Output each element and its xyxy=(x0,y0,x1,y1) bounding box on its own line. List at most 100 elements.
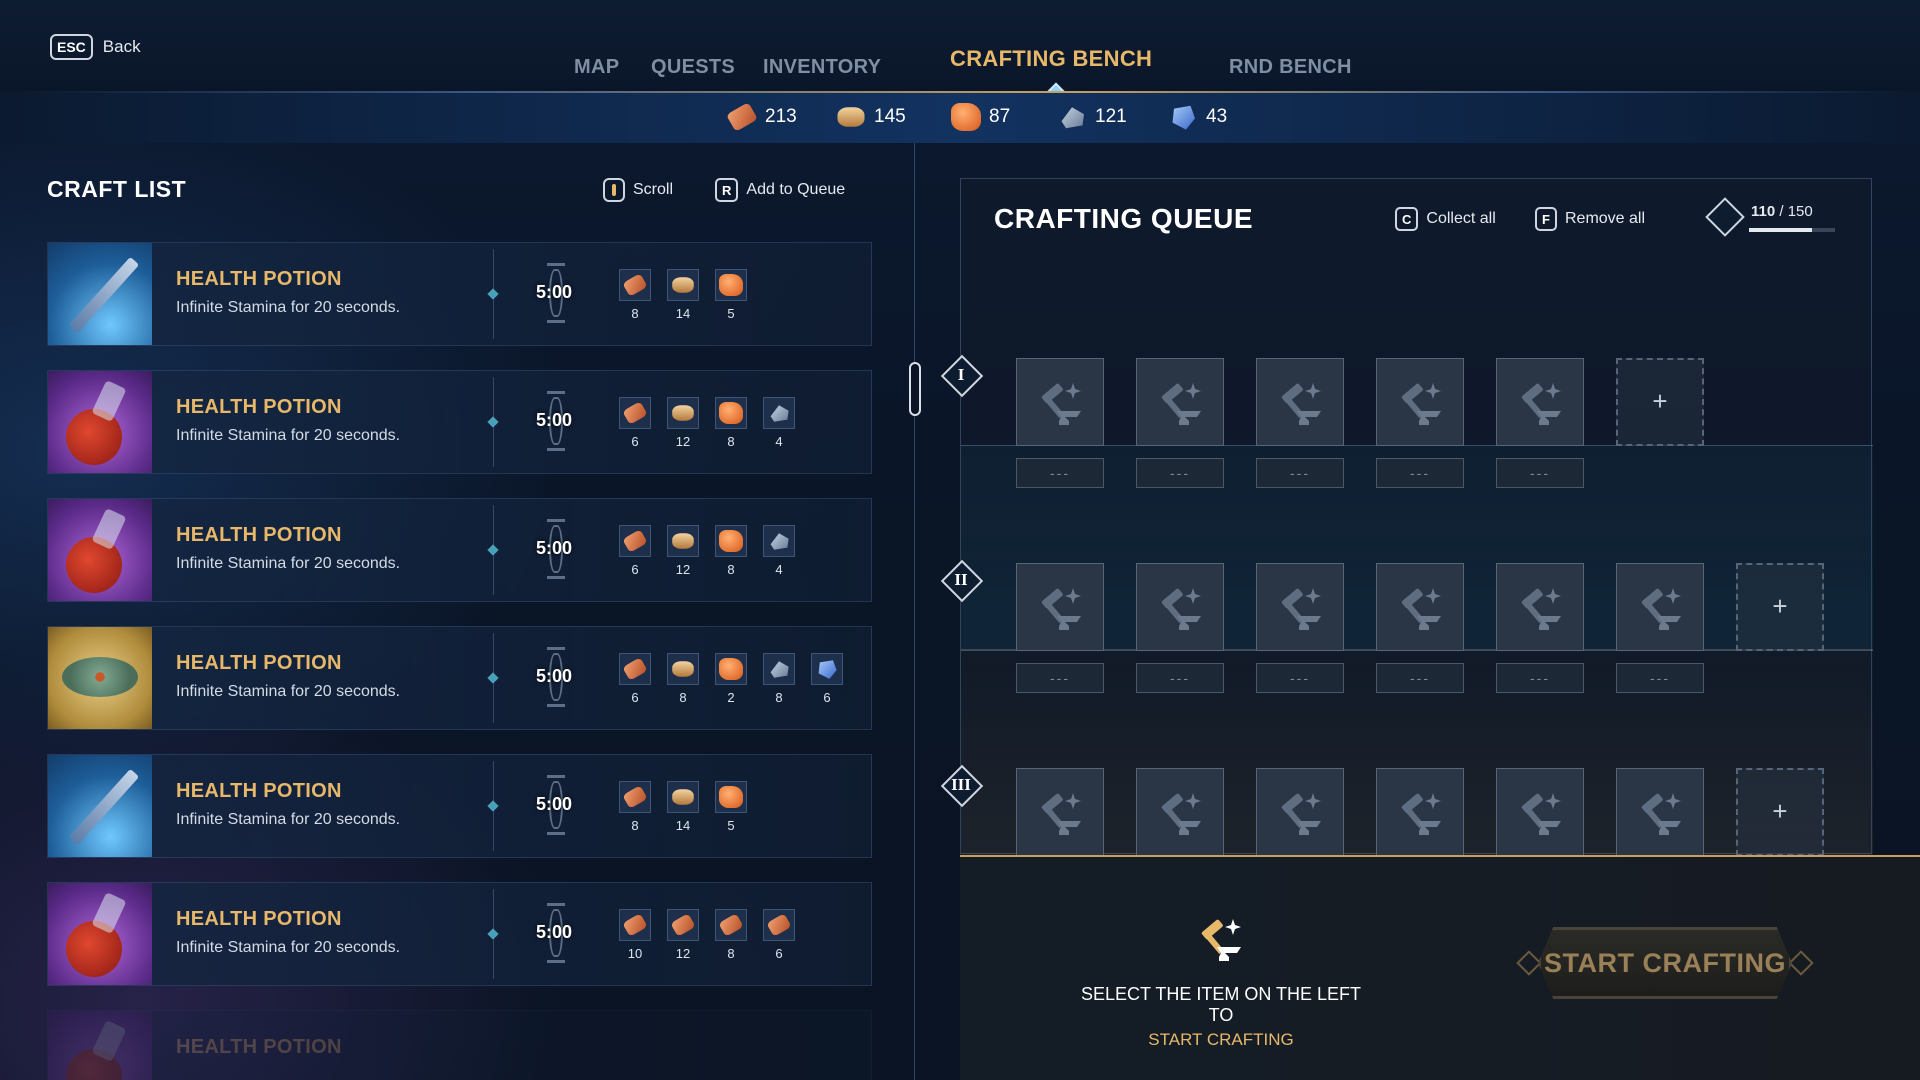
ingredient-slot xyxy=(763,909,795,941)
queue-row-numeral: II xyxy=(941,560,981,600)
add-to-queue-label[interactable]: Add to Queue xyxy=(746,181,845,199)
queue-slot[interactable] xyxy=(1136,768,1224,856)
craft-list-item[interactable]: HEALTH POTION Infinite Stamina for 20 sec… xyxy=(47,626,872,730)
add-slot-button[interactable]: + xyxy=(1616,358,1704,446)
ingredient-slot xyxy=(811,653,843,685)
ingredient: 5 xyxy=(715,781,747,833)
craft-list-item[interactable]: HEALTH POTION Infinite Stamina for 20 sec… xyxy=(47,882,872,986)
collect-all-button[interactable]: C Collect all xyxy=(1395,207,1496,231)
divider-diamond xyxy=(487,928,499,940)
divider-diamond xyxy=(487,800,499,812)
queue-slot[interactable] xyxy=(1256,768,1344,856)
item-name: HEALTH POTION xyxy=(176,908,342,930)
craft-list-item[interactable]: HEALTH POTION Infinite Stamina for 20 sec… xyxy=(47,754,872,858)
queue-slot[interactable] xyxy=(1256,563,1344,651)
item-name: HEALTH POTION xyxy=(176,396,342,418)
start-crafting-button[interactable]: START CRAFTING xyxy=(1516,927,1814,999)
anvil-hammer-icon xyxy=(1395,582,1447,634)
craft-list-scrollbar[interactable] xyxy=(914,143,915,1080)
queue-slot[interactable] xyxy=(1256,358,1344,446)
ingredient: 4 xyxy=(763,525,795,577)
log-icon xyxy=(622,657,648,681)
capacity-total: / 150 xyxy=(1779,203,1813,220)
queue-slot[interactable] xyxy=(1136,563,1224,651)
ingredient-slot xyxy=(619,525,651,557)
queue-slot-label: --- xyxy=(1136,663,1224,693)
ingredient: 12 xyxy=(667,525,699,577)
add-slot-button[interactable]: + xyxy=(1736,563,1824,651)
ingredient: 2 xyxy=(715,653,747,705)
log-icon xyxy=(718,913,744,937)
ore-icon xyxy=(719,274,743,296)
craft-list-item[interactable]: HEALTH POTION Infinite Stamina for 20 sec… xyxy=(47,498,872,602)
ingredient: 6 xyxy=(619,397,651,449)
craft-list-title: CRAFT LIST xyxy=(47,176,187,202)
ore-icon xyxy=(719,402,743,424)
flask-body xyxy=(66,921,122,977)
ingredient-qty: 8 xyxy=(679,690,687,705)
queue-slot[interactable] xyxy=(1496,358,1584,446)
tab-map[interactable]: MAP xyxy=(574,56,619,79)
numeral-label: III xyxy=(951,775,971,794)
start-crafting-label: START CRAFTING xyxy=(1544,948,1786,978)
rifle-thumbnail-icon xyxy=(48,243,152,345)
hourglass-base xyxy=(547,576,565,579)
queue-slot[interactable] xyxy=(1016,768,1104,856)
queue-slot-label: --- xyxy=(1136,458,1224,488)
resource-count: 121 xyxy=(1095,106,1127,127)
ingredient-slot xyxy=(667,525,699,557)
craft-list-item[interactable]: HEALTH POTION xyxy=(47,1010,872,1080)
scrollbar-thumb[interactable] xyxy=(909,362,921,416)
remove-all-button[interactable]: F Remove all xyxy=(1535,207,1645,231)
ingredient-slot xyxy=(763,653,795,685)
queue-slot[interactable] xyxy=(1496,768,1584,856)
ingredient-slot xyxy=(715,909,747,941)
flask-body xyxy=(66,409,122,465)
queue-frame: CRAFTING QUEUE C Collect all F Remove al… xyxy=(951,178,1873,898)
queue-slot[interactable] xyxy=(1616,563,1704,651)
item-description: Infinite Stamina for 20 seconds. xyxy=(176,427,401,444)
craft-list-item[interactable]: HEALTH POTION Infinite Stamina for 20 sec… xyxy=(47,242,872,346)
queue-slot[interactable] xyxy=(1016,563,1104,651)
anvil-hammer-icon xyxy=(1155,377,1207,429)
queue-slot[interactable] xyxy=(1016,358,1104,446)
ingredient-qty: 5 xyxy=(727,818,735,833)
metal-icon xyxy=(770,661,789,678)
hourglass-base xyxy=(547,960,565,963)
item-name: HEALTH POTION xyxy=(176,268,342,290)
ingredient: 5 xyxy=(715,269,747,321)
tab-crafting-bench[interactable]: CRAFTING BENCH xyxy=(950,46,1152,72)
hourglass-cap xyxy=(547,775,565,778)
queue-slot[interactable] xyxy=(1616,768,1704,856)
plank-icon xyxy=(672,405,694,421)
craft-time: 5:00 xyxy=(536,922,573,942)
queue-slot[interactable] xyxy=(1136,358,1224,446)
log-icon xyxy=(670,913,696,937)
craft-list-item[interactable]: HEALTH POTION Infinite Stamina for 20 sec… xyxy=(47,370,872,474)
queue-slot[interactable] xyxy=(1376,358,1464,446)
queue-slot[interactable] xyxy=(1376,768,1464,856)
ingredient-slot xyxy=(715,525,747,557)
crafting-queue-title: CRAFTING QUEUE xyxy=(994,203,1253,234)
ingredient-slot xyxy=(667,653,699,685)
tab-quests[interactable]: QUESTS xyxy=(651,56,735,79)
scroll-icon xyxy=(603,178,625,202)
rifle-shape xyxy=(68,256,140,334)
add-slot-button[interactable]: + xyxy=(1736,768,1824,856)
ingredient-qty: 2 xyxy=(727,690,735,705)
anvil-hammer-icon xyxy=(1395,377,1447,429)
start-crafting-footer: SELECT THE ITEM ON THE LEFT TO START CRA… xyxy=(960,855,1920,1080)
queue-slot[interactable] xyxy=(1496,563,1584,651)
ingredient-slot xyxy=(619,397,651,429)
queue-slot[interactable] xyxy=(1376,563,1464,651)
mine-shape xyxy=(62,657,138,697)
tab-rnd-bench[interactable]: RND BENCH xyxy=(1229,56,1352,79)
ingredient: 8 xyxy=(715,909,747,961)
log-icon xyxy=(726,102,758,132)
top-bar: ESC Back MAP QUESTS INVENTORY CRAFTING B… xyxy=(0,0,1920,100)
potion-thumbnail-icon xyxy=(48,499,152,601)
ingredient-qty: 6 xyxy=(631,434,639,449)
ingredient-list: 6 12 8 4 xyxy=(619,397,795,449)
resource-ore: 87 xyxy=(951,103,1010,131)
tab-inventory[interactable]: INVENTORY xyxy=(763,56,881,79)
